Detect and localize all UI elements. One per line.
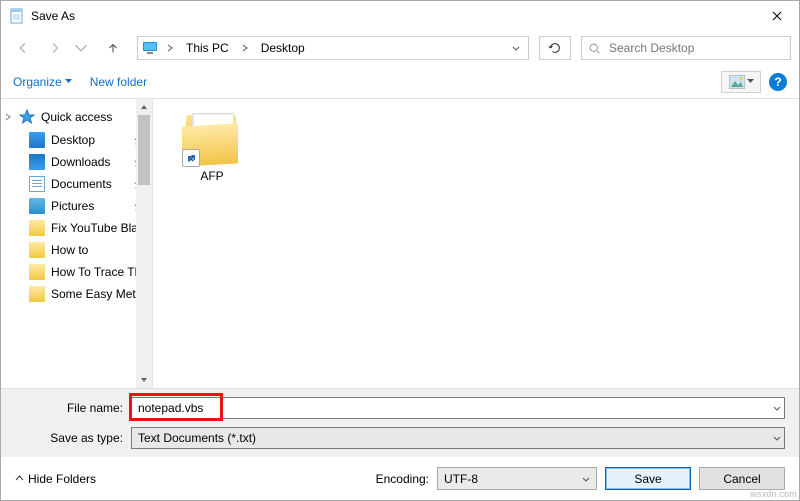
- notepad-app-icon: [9, 8, 25, 24]
- star-icon: [19, 109, 35, 125]
- scroll-thumb[interactable]: [138, 115, 150, 185]
- breadcrumb-folder[interactable]: Desktop: [257, 39, 309, 57]
- pic-i-icon: [29, 198, 45, 214]
- encoding-label: Encoding:: [376, 472, 429, 486]
- forward-button[interactable]: [41, 36, 69, 60]
- titlebar: Save As: [1, 1, 799, 31]
- file-item-label: AFP: [200, 169, 223, 183]
- view-options-button[interactable]: [721, 71, 761, 93]
- folder-y-icon: [29, 264, 45, 280]
- folder-shortcut-icon: [182, 113, 242, 165]
- folder-y-icon: [29, 242, 45, 258]
- chevron-right-icon: [164, 44, 176, 52]
- save-button[interactable]: Save: [605, 467, 691, 490]
- window-title: Save As: [31, 9, 75, 23]
- picture-view-icon: [729, 75, 745, 89]
- help-button[interactable]: ?: [769, 73, 787, 91]
- down-i-icon: [29, 154, 45, 170]
- caret-down-icon: [747, 79, 754, 84]
- hide-folders-button[interactable]: Hide Folders: [15, 472, 96, 486]
- sidebar-item-label: Pictures: [51, 199, 94, 213]
- scroll-up-icon[interactable]: [136, 99, 152, 115]
- sidebar-item-label: Fix YouTube Blac: [51, 221, 144, 235]
- bottom-panel: File name: Save as type: Text Documents …: [1, 388, 799, 457]
- sidebar-item[interactable]: Desktop: [1, 129, 152, 151]
- caret-down-icon: [65, 79, 72, 84]
- arrow-left-icon: [16, 41, 30, 55]
- encoding-combo[interactable]: UTF-8: [437, 467, 597, 490]
- expand-icon: [5, 110, 13, 124]
- navbar: This PC Desktop: [1, 31, 799, 65]
- sidebar-item-label: Downloads: [51, 155, 110, 169]
- refresh-button[interactable]: [539, 36, 571, 60]
- sidebar-item[interactable]: How To Trace Th: [1, 261, 152, 283]
- close-button[interactable]: [754, 1, 799, 31]
- up-button[interactable]: [99, 36, 127, 60]
- search-input[interactable]: [607, 40, 784, 56]
- savetype-label: Save as type:: [15, 431, 131, 445]
- organize-button[interactable]: Organize: [13, 75, 72, 89]
- sidebar-item[interactable]: Fix YouTube Blac: [1, 217, 152, 239]
- sidebar-item[interactable]: Downloads: [1, 151, 152, 173]
- chevron-down-icon: [582, 472, 590, 486]
- sidebar-item-label: Desktop: [51, 133, 95, 147]
- scroll-down-icon[interactable]: [136, 372, 152, 388]
- cancel-button[interactable]: Cancel: [699, 467, 785, 490]
- search-box[interactable]: [581, 36, 791, 60]
- close-icon: [772, 11, 782, 21]
- chevron-right-icon: [239, 44, 251, 52]
- file-item-afp[interactable]: AFP: [167, 113, 257, 183]
- arrow-right-icon: [48, 41, 62, 55]
- search-icon: [588, 42, 601, 55]
- sidebar-item[interactable]: Some Easy Meth: [1, 283, 152, 305]
- address-dropdown[interactable]: [508, 41, 524, 55]
- arrow-up-icon: [106, 41, 120, 55]
- sidebar-item[interactable]: Documents: [1, 173, 152, 195]
- shortcut-overlay-icon: [182, 149, 200, 167]
- sidebar-scrollbar[interactable]: [136, 99, 152, 388]
- sidebar-quick-access[interactable]: Quick access: [1, 105, 152, 129]
- sidebar-item[interactable]: Pictures: [1, 195, 152, 217]
- chevron-up-icon: [15, 475, 24, 482]
- toolbar: Organize New folder ?: [1, 65, 799, 99]
- address-bar[interactable]: This PC Desktop: [137, 36, 529, 60]
- sidebar-item-label: Documents: [51, 177, 112, 191]
- sidebar-item-label: How To Trace Th: [51, 265, 141, 279]
- breadcrumb-root[interactable]: This PC: [182, 39, 233, 57]
- new-folder-button[interactable]: New folder: [90, 75, 147, 89]
- doc-i-icon: [29, 176, 45, 192]
- desktop-i-icon: [29, 132, 45, 148]
- chevron-down-icon: [74, 41, 88, 55]
- sidebar-item[interactable]: How to: [1, 239, 152, 261]
- filename-label: File name:: [15, 401, 131, 415]
- help-icon: ?: [774, 75, 781, 89]
- sidebar-item-label: How to: [51, 243, 88, 257]
- refresh-icon: [548, 41, 562, 55]
- savetype-combo[interactable]: Text Documents (*.txt): [131, 427, 785, 449]
- sidebar: Quick access Desktop Downloads Documents Pi…: [1, 99, 153, 388]
- sidebar-item-label: Some Easy Meth: [51, 287, 142, 301]
- save-as-dialog: Save As This PC Desktop: [0, 0, 800, 501]
- back-button[interactable]: [9, 36, 37, 60]
- body-area: Quick access Desktop Downloads Documents Pi…: [1, 99, 799, 388]
- monitor-icon: [142, 40, 158, 56]
- recent-locations-button[interactable]: [73, 36, 89, 60]
- file-pane[interactable]: AFP: [153, 99, 799, 388]
- filename-input[interactable]: [131, 397, 785, 419]
- action-row: Hide Folders Encoding: UTF-8 Save Cancel: [1, 457, 799, 500]
- folder-y-icon: [29, 220, 45, 236]
- folder-y-icon: [29, 286, 45, 302]
